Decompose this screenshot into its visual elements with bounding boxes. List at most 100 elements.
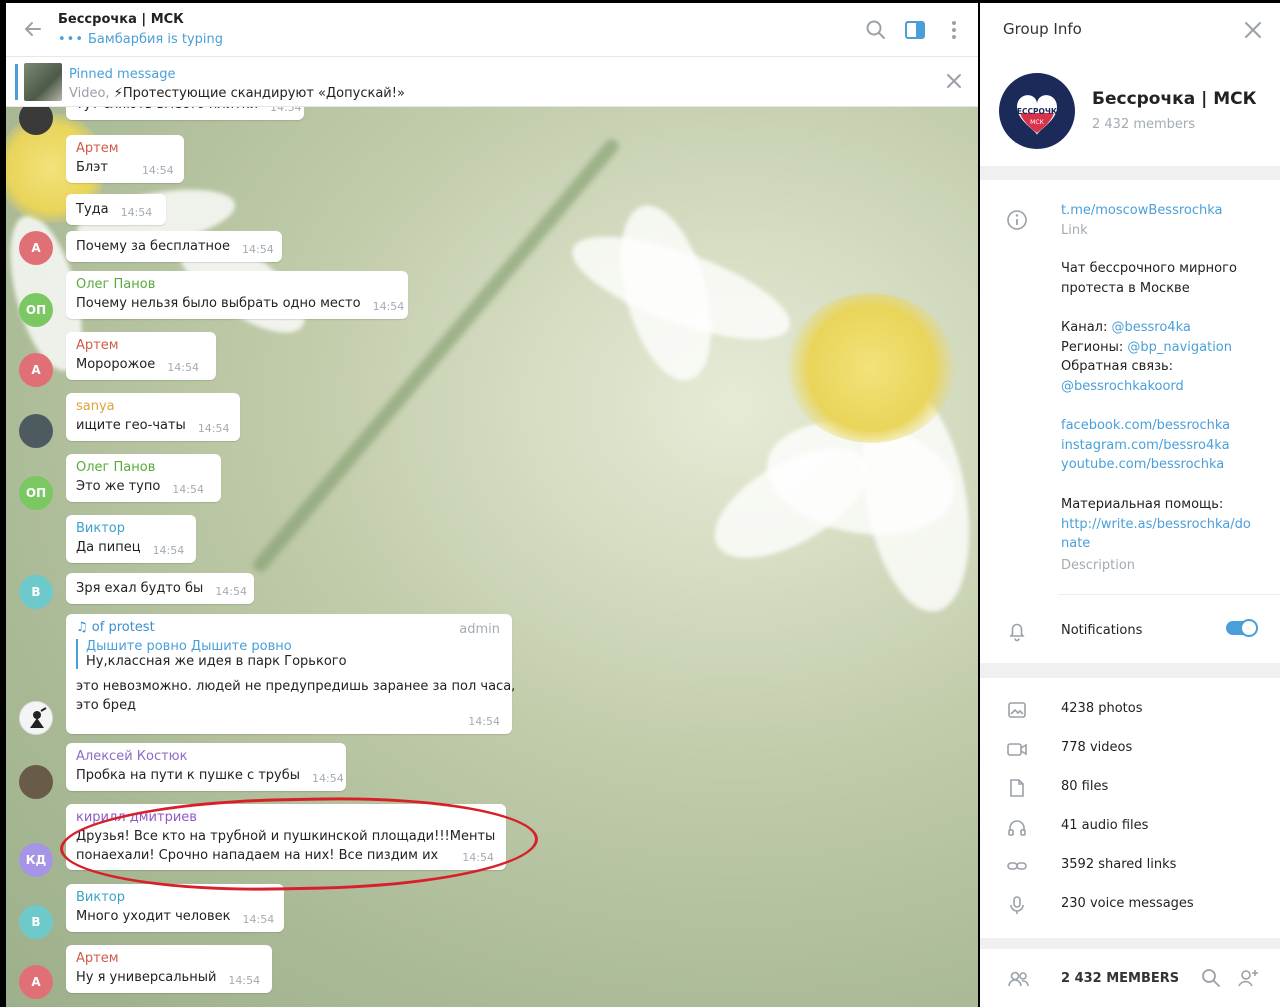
message-bubble[interactable]: Зря ехал будто бы 14:54 — [66, 573, 254, 604]
feedback-link[interactable]: @bessrochkakoord — [1061, 377, 1232, 397]
avatar[interactable]: А — [19, 231, 53, 265]
message-bubble[interactable]: Виктор Да пипец 14:54 — [66, 515, 196, 563]
donate-link-continued[interactable]: nate — [1061, 534, 1251, 554]
message-sender[interactable]: Артем — [76, 141, 172, 156]
group-details: t.me/moscowBessrochka Link Чат бессрочно… — [980, 180, 1280, 663]
message-sender[interactable]: sanya — [76, 399, 228, 414]
logo-text: БЕССРОЧКА — [1011, 107, 1063, 116]
message-bubble[interactable]: Алексей Костюк Пробка на пути к пушке с … — [66, 743, 346, 791]
facebook-link[interactable]: facebook.com/bessrochka — [1061, 416, 1230, 436]
message-time: 14:54 — [228, 974, 261, 987]
avatar[interactable]: ОП — [19, 293, 53, 327]
divider — [1058, 594, 1280, 595]
message-sender[interactable]: Артем — [76, 338, 204, 353]
avatar[interactable] — [19, 701, 53, 735]
message-bubble[interactable]: Туда 14:54 — [66, 194, 166, 225]
message-sender[interactable]: Алексей Костюк — [76, 749, 334, 764]
message-sender[interactable]: кирилл дмитриев — [76, 810, 494, 825]
avatar[interactable]: А — [19, 353, 53, 387]
media-row-voice[interactable]: 230 voice messages — [980, 885, 1280, 924]
message-time: 14:54 — [468, 715, 500, 728]
add-member-icon[interactable] — [1236, 966, 1260, 990]
message-sender[interactable]: Виктор — [76, 890, 272, 905]
message-text: Туда — [76, 202, 109, 217]
help-label: Материальная помощь: — [1061, 497, 1224, 512]
avatar[interactable]: В — [19, 905, 53, 939]
chat-title[interactable]: Бессрочка | МСК — [58, 12, 184, 27]
description-line: протеста в Москве — [1061, 280, 1190, 296]
info-icon — [1007, 210, 1027, 230]
message-sender[interactable]: Олег Панов — [76, 460, 209, 475]
pinned-text: Video, ⚡Протестующие скандируют «Допуска… — [69, 86, 405, 101]
members-icon — [1008, 971, 1029, 987]
youtube-link[interactable]: youtube.com/bessrochka — [1061, 455, 1230, 475]
group-logo-image: БЕССРОЧКА МСК — [1001, 75, 1073, 147]
members-count-label[interactable]: 2 432 MEMBERS — [1061, 971, 1179, 986]
message-bubble[interactable]: Олег Панов Почему нельзя было выбрать од… — [66, 271, 408, 319]
instagram-link[interactable]: instagram.com/bessro4ka — [1061, 436, 1230, 456]
avatar[interactable]: В — [19, 575, 53, 609]
media-row-videos[interactable]: 778 videos — [980, 729, 1280, 768]
side-panel-icon[interactable] — [903, 18, 927, 42]
chat-window: Бессрочка | МСК ••• Бамбарбия is typing P… — [6, 3, 978, 1007]
message-text: Почему нельзя было выбрать одно место — [76, 296, 361, 311]
avatar[interactable]: КД — [19, 843, 53, 877]
media-row-links[interactable]: 3592 shared links — [980, 846, 1280, 885]
message-time: 14:54 — [172, 483, 204, 496]
message-time: 14:54 — [215, 585, 247, 598]
message-bubble[interactable]: sanya ищите гео-чаты 14:54 — [66, 393, 240, 441]
message-text: Это же тупо — [76, 479, 161, 494]
close-icon[interactable] — [1242, 19, 1264, 41]
reply-quote[interactable]: Дышите ровно Дышите ровно Ну,классная же… — [76, 639, 500, 669]
avatar[interactable] — [19, 414, 53, 448]
search-icon[interactable] — [864, 18, 888, 42]
group-info-header: Group Info БЕССРОЧКА МСК Бессрочка | МСК… — [980, 3, 1280, 166]
media-row-audio[interactable]: 41 audio files — [980, 807, 1280, 846]
admin-badge: admin — [459, 622, 500, 637]
message-text: ищите гео-чаты — [76, 418, 186, 433]
media-row-label: 230 voice messages — [1061, 896, 1194, 911]
pinned-accent-bar — [15, 64, 18, 100]
search-members-icon[interactable] — [1200, 967, 1222, 989]
back-arrow-icon[interactable] — [20, 16, 46, 42]
message-sender[interactable]: Виктор — [76, 521, 184, 536]
message-bubble[interactable]: Почему за бесплатное 14:54 — [66, 231, 282, 262]
close-icon[interactable] — [944, 71, 964, 91]
media-row-files[interactable]: 80 files — [980, 768, 1280, 807]
message-list: тут сляють вместо плитки14:54 Артем Блэт… — [6, 3, 978, 1007]
message-bubble[interactable]: Олег Панов Это же тупо 14:54 — [66, 454, 221, 502]
message-bubble[interactable]: Артем Ну я универсальный 14:54 — [66, 945, 272, 993]
more-options-icon[interactable] — [942, 18, 966, 42]
regions-label: Регионы: — [1061, 339, 1124, 355]
group-name: Бессрочка | МСК — [1092, 89, 1257, 109]
avatar[interactable]: ОП — [19, 476, 53, 510]
channel-link[interactable]: @bessro4ka — [1112, 320, 1191, 335]
message-bubble[interactable]: Виктор Много уходит человек 14:54 — [66, 884, 284, 932]
avatar[interactable] — [19, 765, 53, 799]
media-row-label: 41 audio files — [1061, 818, 1149, 833]
chat-header: Бессрочка | МСК ••• Бамбарбия is typing — [6, 3, 978, 57]
pinned-message-bar[interactable]: Pinned message Video, ⚡Протестующие скан… — [6, 57, 978, 107]
message-time: 14:54 — [167, 361, 199, 374]
message-sender[interactable]: Олег Панов — [76, 277, 396, 292]
message-sender[interactable]: Артем — [76, 951, 260, 966]
message-bubble[interactable]: кирилл дмитриев Друзья! Все кто на трубн… — [66, 804, 506, 870]
logo-subtext: МСК — [1030, 119, 1044, 126]
message-bubble[interactable]: Артем Моророжое 14:54 — [66, 332, 216, 380]
reply-text: Ну,классная же идея в парк Горького — [86, 654, 347, 669]
group-logo[interactable]: БЕССРОЧКА МСК — [999, 73, 1075, 149]
message-text-line: это бред — [76, 698, 137, 713]
message-bubble[interactable]: ♫ of protest admin Дышите ровно Дышите р… — [66, 614, 515, 734]
avatar[interactable]: А — [19, 965, 53, 999]
invite-link[interactable]: t.me/moscowBessrochka — [1061, 201, 1223, 221]
group-member-count[interactable]: 2 432 members — [1092, 117, 1195, 132]
message-bubble[interactable]: Артем Блэт 14:54 — [66, 135, 184, 183]
message-text: Блэт — [76, 160, 108, 175]
message-text: Почему за бесплатное — [76, 239, 231, 254]
message-sender[interactable]: ♫ of protest — [76, 620, 500, 635]
notifications-toggle[interactable] — [1226, 619, 1258, 637]
donate-link[interactable]: http://write.as/bessrochka/do — [1061, 515, 1251, 535]
regions-link[interactable]: @bp_navigation — [1127, 340, 1232, 355]
media-row-photos[interactable]: 4238 photos — [980, 690, 1280, 729]
message-text: Много уходит человек — [76, 909, 231, 924]
